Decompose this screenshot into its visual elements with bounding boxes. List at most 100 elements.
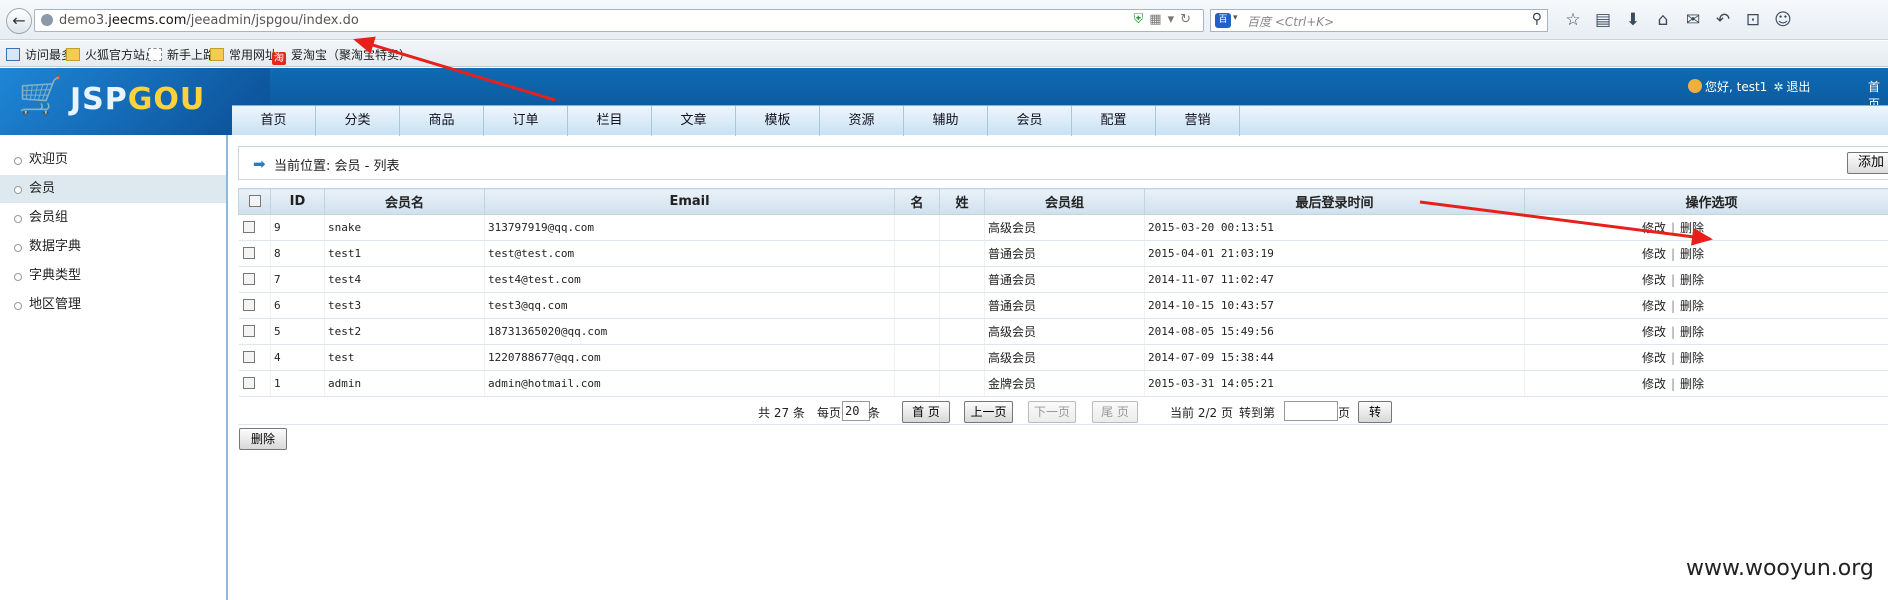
col-group[interactable]: 会员组 xyxy=(984,188,1145,215)
delete-link[interactable]: 删除 xyxy=(1680,221,1704,235)
engine-dropdown-icon[interactable]: ▾ xyxy=(1233,13,1238,23)
download-icon[interactable]: ⬇ xyxy=(1618,9,1648,31)
table-row: 5 test2 18731365020@qq.com 高级会员 2014-08-05 1… xyxy=(238,318,1888,345)
last-page-button[interactable]: 尾 页 xyxy=(1092,401,1138,423)
screen: ← demo3.jeecms.com/jeeadmin/jspgou/index… xyxy=(0,0,1888,600)
row-checkbox[interactable] xyxy=(242,377,255,389)
col-first-name[interactable]: 名 xyxy=(894,188,940,215)
edit-link[interactable]: 修改 xyxy=(1642,377,1666,391)
col-id[interactable]: ID xyxy=(270,188,325,215)
col-last-name[interactable]: 姓 xyxy=(939,188,985,215)
menu-item-3[interactable]: 订单 xyxy=(484,106,568,136)
cell-last-name xyxy=(939,266,985,293)
delete-link[interactable]: 删除 xyxy=(1680,299,1704,313)
first-page-button[interactable]: 首 页 xyxy=(902,401,950,423)
menu-item-1[interactable]: 分类 xyxy=(316,106,400,136)
add-button[interactable]: 添加 xyxy=(1847,152,1888,174)
globe-icon xyxy=(41,14,53,26)
edit-link[interactable]: 修改 xyxy=(1642,299,1666,313)
per-page-input[interactable]: 20 xyxy=(842,401,870,421)
delete-link[interactable]: 删除 xyxy=(1680,377,1704,391)
row-checkbox[interactable] xyxy=(242,325,255,337)
separator: | xyxy=(1670,351,1676,365)
search-bar[interactable]: 百 ▾ 百度 <Ctrl+K> ⚲ xyxy=(1210,9,1548,32)
row-checkbox[interactable] xyxy=(242,221,255,233)
separator: | xyxy=(1670,299,1676,313)
clipboard-icon[interactable]: ▤ xyxy=(1588,9,1618,31)
sidebar-item[interactable]: 会员组 xyxy=(0,204,226,232)
delete-link[interactable]: 删除 xyxy=(1680,247,1704,261)
edit-link[interactable]: 修改 xyxy=(1642,273,1666,287)
prev-page-button[interactable]: 上一页 xyxy=(964,401,1013,423)
search-placeholder: 百度 <Ctrl+K> xyxy=(1247,15,1335,29)
sidebar-item[interactable]: 地区管理 xyxy=(0,291,226,319)
logout-link[interactable]: 退出 xyxy=(1786,80,1810,94)
menu-item-0[interactable]: 首页 xyxy=(232,106,316,136)
search-icon[interactable]: ⚲ xyxy=(1532,11,1542,27)
sidebar-item[interactable]: 会员 xyxy=(0,175,226,203)
next-page-button[interactable]: 下一页 xyxy=(1028,401,1076,423)
baidu-icon[interactable]: 百 xyxy=(1215,13,1231,28)
delete-selected-button[interactable]: 删除 xyxy=(239,428,287,450)
select-all-checkbox[interactable] xyxy=(248,195,261,207)
reload-icon[interactable]: ↻ xyxy=(1180,12,1197,27)
delete-link[interactable]: 删除 xyxy=(1680,351,1704,365)
delete-link[interactable]: 删除 xyxy=(1680,325,1704,339)
bookmark-common-sites[interactable]: 常用网址 xyxy=(210,46,277,63)
undo-icon[interactable]: ↶ xyxy=(1708,9,1738,31)
qr-code-icon[interactable]: ▦ xyxy=(1149,12,1167,27)
logo[interactable]: 🛒 JSPGOU xyxy=(0,68,270,135)
dropdown-icon[interactable]: ▾ xyxy=(1168,12,1181,27)
row-checkbox[interactable] xyxy=(242,351,255,363)
menu-item-7[interactable]: 资源 xyxy=(820,106,904,136)
row-checkbox[interactable] xyxy=(242,273,255,285)
sidebar-item[interactable]: 欢迎页 xyxy=(0,146,226,174)
menu-item-11[interactable]: 营销 xyxy=(1156,106,1240,136)
cell-email: test@test.com xyxy=(484,240,895,267)
cell-last-name xyxy=(939,318,985,345)
shield-icon[interactable]: ⛨ xyxy=(1134,12,1150,27)
bookmark-firefox-site[interactable]: 火狐官方站点 xyxy=(66,46,157,63)
menu-item-5[interactable]: 文章 xyxy=(652,106,736,136)
goto-page-input[interactable] xyxy=(1284,401,1338,421)
goto-button[interactable]: 转 xyxy=(1358,401,1392,423)
cell-actions: 修改 | 删除 xyxy=(1524,370,1888,397)
menu-item-8[interactable]: 辅助 xyxy=(904,106,988,136)
cell-first-name xyxy=(894,214,940,241)
menu-item-10[interactable]: 配置 xyxy=(1072,106,1156,136)
bookmark-getting-started[interactable]: 新手上路 xyxy=(148,46,215,63)
sidebar-item[interactable]: 数据字典 xyxy=(0,233,226,261)
menu-item-6[interactable]: 模板 xyxy=(736,106,820,136)
back-button[interactable]: ← xyxy=(6,8,32,34)
smiley-icon[interactable]: ☺ xyxy=(1768,9,1798,31)
home-icon[interactable]: ⌂ xyxy=(1648,9,1678,31)
menu-item-4[interactable]: 栏目 xyxy=(568,106,652,136)
cell-last-login: 2015-03-20 00:13:51 xyxy=(1144,214,1525,241)
menu-item-9[interactable]: 会员 xyxy=(988,106,1072,136)
bookmark-taobao[interactable]: 淘爱淘宝（聚淘宝特卖） xyxy=(272,46,411,65)
edit-link[interactable]: 修改 xyxy=(1642,247,1666,261)
main-menu: 首页 分类 商品 订单 栏目 文章 模板 资源 辅助 会员 配置 营销 xyxy=(232,105,1888,136)
crop-icon[interactable]: ⊡ xyxy=(1738,9,1768,31)
edit-link[interactable]: 修改 xyxy=(1642,221,1666,235)
bookmark-most-visited[interactable]: 访问最多 xyxy=(6,46,73,63)
col-last-login[interactable]: 最后登录时间 xyxy=(1144,188,1525,215)
delete-link[interactable]: 删除 xyxy=(1680,273,1704,287)
row-checkbox[interactable] xyxy=(242,299,255,311)
row-checkbox[interactable] xyxy=(242,247,255,259)
star-icon[interactable]: ☆ xyxy=(1558,9,1588,31)
cell-username: test1 xyxy=(324,240,485,267)
col-email[interactable]: Email xyxy=(484,188,895,215)
pagination: 共 27 条 每页 20 条 首 页 上一页 下一页 尾 页 当前 2/2 页 … xyxy=(238,399,1888,425)
edit-link[interactable]: 修改 xyxy=(1642,351,1666,365)
chat-icon[interactable]: ✉ xyxy=(1678,9,1708,31)
menu-item-2[interactable]: 商品 xyxy=(400,106,484,136)
page-icon xyxy=(148,48,162,61)
address-bar[interactable]: demo3.jeecms.com/jeeadmin/jspgou/index.d… xyxy=(34,9,1204,32)
col-username[interactable]: 会员名 xyxy=(324,188,485,215)
sidebar-item[interactable]: 字典类型 xyxy=(0,262,226,290)
bookmark-label: 火狐官方站点 xyxy=(85,48,158,62)
edit-link[interactable]: 修改 xyxy=(1642,325,1666,339)
cell-actions: 修改 | 删除 xyxy=(1524,214,1888,241)
cell-username: snake xyxy=(324,214,485,241)
